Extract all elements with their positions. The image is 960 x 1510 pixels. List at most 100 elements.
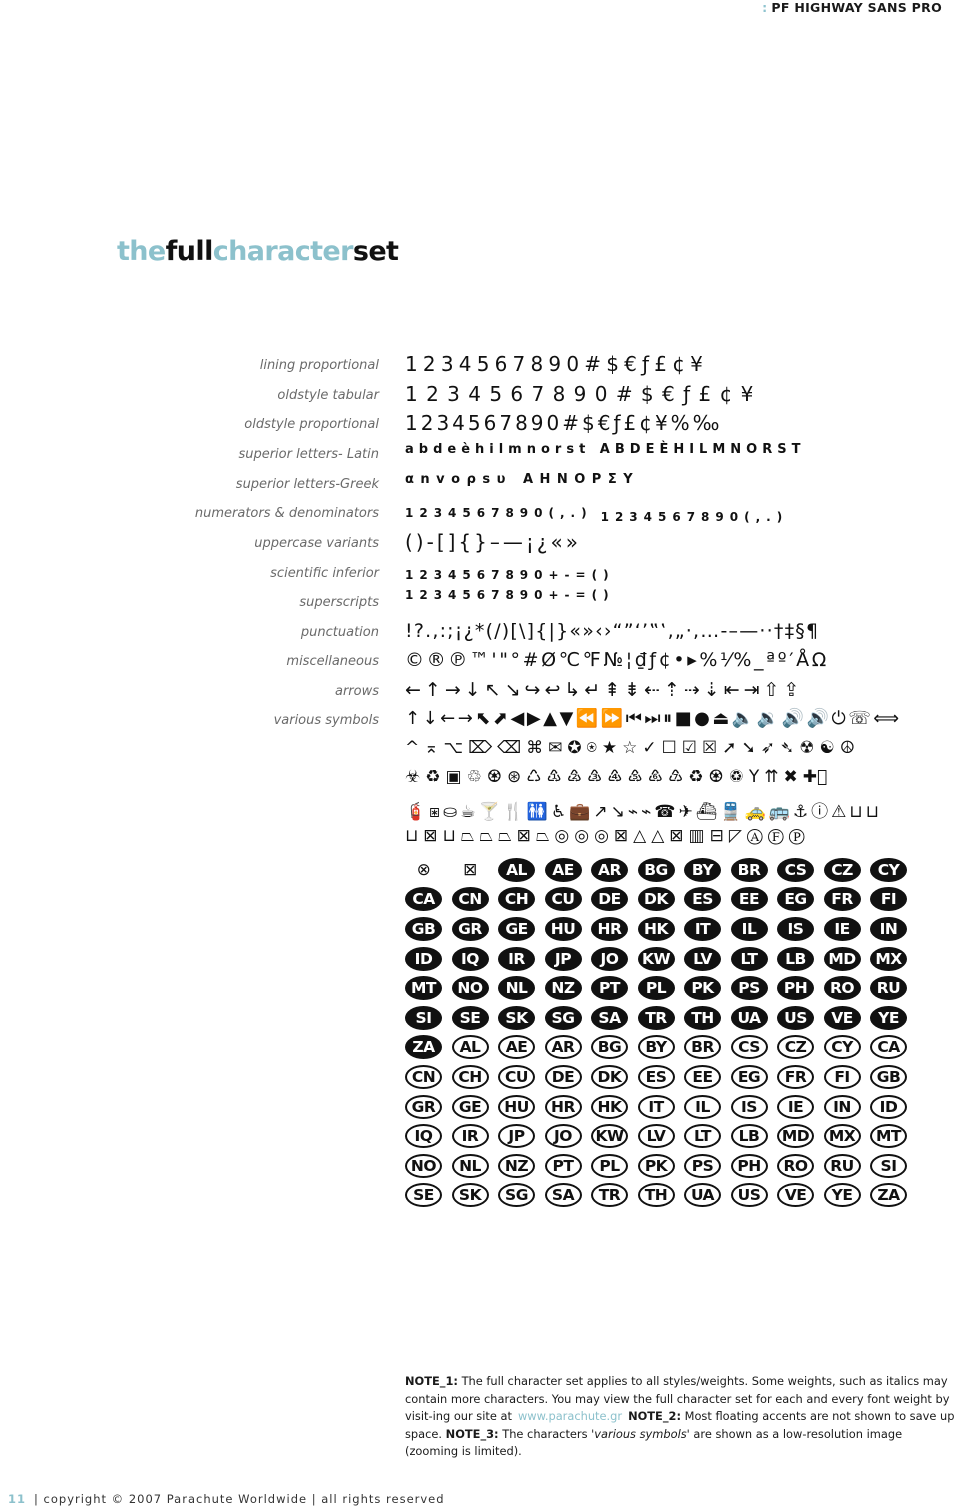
note2-label: NOTE_2: [628,1409,682,1423]
symbols-row-2: ^⌅⌥⌦⌫⌘✉✪⍟★☆✓☐☑☒➚➘➶➴☢☯☮ [405,738,860,758]
country-badge-outline: EG [730,1064,768,1089]
parachute-link[interactable]: www.parachute.gr [518,1409,622,1423]
label-superior-greek: superior letters-Greek [235,477,379,492]
country-badge-filled: ID [405,946,442,971]
brand-name: PF HIGHWAY SANS PRO [771,0,942,15]
country-badge-filled: FR [823,887,861,912]
country-badge-filled: LB [777,946,814,971]
badge-row: MT NO NL NZ PT PL PK PS PH RO RU [405,973,960,1003]
country-badge-filled: MX [870,946,907,971]
brand-header: : PF HIGHWAY SANS PRO [762,0,942,15]
country-badge-outline: YE [823,1183,861,1208]
glyphs-oldstyle-tabular: 1 2 3 4 5 6 7 8 9 0 # $ € ƒ £ ¢ ¥ [405,382,755,406]
country-badge-outline: MT [870,1124,907,1149]
country-badge-filled: IS [777,916,814,941]
notes: NOTE_1: The full character set applies t… [405,1373,957,1461]
country-badge-filled: CA [405,887,442,912]
country-badge-outline: ES [637,1064,675,1089]
country-badge-filled: FI [870,887,907,912]
label-scientific-inferior: scientific inferior [270,566,379,581]
country-badge-outline: BY [637,1035,675,1060]
country-badge-filled: GE [498,916,535,941]
glyphs-superior-greek: αnvoρsυ ΑΗΝΟΡΣΥ [405,472,640,487]
country-badge-outline: RU [823,1153,861,1178]
country-badge-filled: BG [637,857,675,882]
badge-row: IQ IR JP JO KW LV LT LB MD MX MT [405,1121,960,1151]
note3-label: NOTE_3: [445,1426,499,1441]
label-superior-latin: superior letters- Latin [238,447,379,462]
country-badge-outline: SE [405,1183,442,1208]
country-badge-filled: JO [591,946,628,971]
country-badge-outline: JO [544,1124,582,1149]
country-badge-filled: UA [730,1005,768,1030]
country-badge-outline: IS [730,1094,768,1119]
country-badge-filled: HK [637,916,675,941]
country-badge-outline: AL [451,1035,489,1060]
country-badge-filled: IN [870,916,907,941]
country-badge-outline: IQ [405,1124,442,1149]
country-badge-outline: SI [870,1153,907,1178]
glyphs-scientific-inferior: 1234567890+-=() [405,568,615,582]
country-badge-outline: EE [684,1064,721,1089]
country-badge-outline: MD [777,1124,814,1149]
country-badge-outline: HU [498,1094,535,1119]
glyphs-superscripts: 1234567890+-=() [405,588,615,602]
country-badge-outline: VE [777,1183,814,1208]
country-badge-outline: CS [730,1035,768,1060]
country-badge-outline: PH [730,1153,768,1178]
glyphs-punctuation: !?.,:;¡¿*(/)[\]{|}«»‹›“”‘’‟‛‚„·,…-–—··†‡… [405,620,820,642]
country-badge-outline: IN [823,1094,861,1119]
country-badge-outline: BR [684,1035,721,1060]
country-badge-outline: HR [544,1094,582,1119]
country-badge-filled: EE [730,887,768,912]
country-badge-filled: PS [730,976,768,1001]
country-badge-filled: CS [777,857,814,882]
country-badge-outline: PS [684,1153,721,1178]
country-badge-outline: UA [684,1183,721,1208]
page-title: thefullcharacterset [117,236,399,267]
label-oldstyle-proportional: oldstyle proportional [244,417,379,432]
country-badge-filled: BY [684,857,721,882]
country-badge-filled: CN [451,887,489,912]
country-badge-filled: HU [544,916,582,941]
country-badge-outline: CA [870,1035,907,1060]
country-badge-filled: PH [777,976,814,1001]
note3-pre: The characters [498,1426,592,1441]
note3-emphasis: 'various symbols' [591,1426,690,1441]
country-badge-outline: LB [730,1124,768,1149]
glyphs-lining-proportional: 1234567890#$€ƒ£¢¥ [405,352,709,376]
country-badge-filled: DK [637,887,675,912]
badge-row: ZA AL AE AR BG BY BR CS CZ CY CA [405,1033,960,1063]
title-the: the [117,236,166,267]
country-badge-filled: IR [498,946,535,971]
country-badge-outline: IT [637,1094,675,1119]
country-badge-outline: PT [544,1153,582,1178]
country-badge-outline: AR [544,1035,582,1060]
country-badge-filled: LT [730,946,768,971]
country-badge-filled: GB [405,916,442,941]
country-badge-filled: EG [777,887,814,912]
country-badge-filled: SI [405,1005,442,1030]
country-badge-outline: CU [498,1064,535,1089]
country-badge-outline: BG [591,1035,628,1060]
country-badge-outline: SG [498,1183,535,1208]
country-badge-outline: DE [544,1064,582,1089]
country-badge-filled: CZ [823,857,861,882]
symbols-row-5: ⊔⊠⊔⏢⏢⏢⊠⏢◎◎◎⊠△△⊠▥⊟◸ⒶⒻⓅ [405,826,810,846]
symbols-row-4: 🧯⧆⛀☕🍸🍴🚻♿💼↗↘⌁⌁☎✈⛴🚆🚕🚌⚓ⓘ⚠⊔⊔ [405,802,882,822]
label-miscellaneous: miscellaneous [286,654,379,669]
country-badge-filled: AR [591,857,628,882]
glyphs-miscellaneous: ©®℗™'"°#Ø℃℉№¦₫ƒ¢•▸%⅟%_ªº′ÅΩ [405,649,829,671]
country-badge-filled: JP [544,946,582,971]
country-badge-filled: AL [498,857,535,882]
country-badge-filled: US [777,1005,814,1030]
label-superscripts: superscripts [299,595,379,610]
country-badge-filled: GR [451,916,489,941]
label-lining-proportional: lining proportional [259,358,379,373]
country-badge-outline: ID [870,1094,907,1119]
country-badge-outline: MX [823,1124,861,1149]
country-badges: ⊗ ⊠ AL AE AR BG BY BR CS CZ CY CA CN CH CU DE DK ES EE EG FR… [405,855,960,1210]
label-oldstyle-tabular: oldstyle tabular [277,388,379,403]
country-badge-filled: SA [591,1005,628,1030]
footer: 11 | copyright © 2007 Parachute Worldwide… [8,1492,445,1506]
